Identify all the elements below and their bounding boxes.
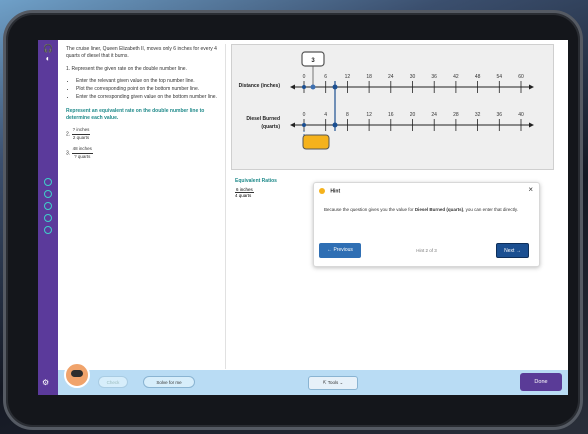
question-2-denominator: 2 quarts (72, 134, 90, 140)
bottom-tick-label: 32 (475, 112, 481, 118)
top-left-arrow (290, 84, 295, 90)
bottom-tick-label: 16 (388, 112, 394, 118)
bottom-tick-label: 4 (324, 112, 327, 118)
problem-intro: The cruise liner, Queen Elizabeth II, mo… (66, 46, 217, 60)
check-button[interactable]: Check (98, 376, 128, 388)
question-3-number: 3. (66, 150, 71, 157)
close-icon[interactable]: × (528, 185, 533, 194)
bottom-left-arrow (290, 122, 295, 128)
question-2-fraction: ? inches 2 quarts (71, 127, 91, 141)
step-dot-1[interactable] (44, 178, 52, 186)
gear-icon[interactable]: ⚙ (42, 378, 49, 387)
hint-popup: Hint × Because the question gives you th… (313, 182, 540, 267)
lightbulb-icon (319, 188, 325, 194)
bottom-tick-label: 0 (303, 112, 306, 118)
hint-header: Hint (319, 188, 340, 194)
step-1-text: 1. Represent the given rate on the doubl… (66, 65, 187, 72)
top-point-3[interactable] (310, 84, 316, 90)
avatar-eyes (71, 370, 83, 377)
headphones-icon[interactable]: 🎧 (43, 44, 53, 54)
top-tick-label: 6 (324, 74, 327, 80)
hint-body-end: , you can enter that directly. (463, 207, 519, 212)
bottom-zero-point[interactable] (302, 123, 306, 127)
step-dot-4[interactable] (44, 214, 52, 222)
bottom-point-4[interactable] (332, 122, 338, 128)
next-hint-button[interactable]: Next → (496, 243, 529, 258)
instruction-item: Enter the corresponding given value on t… (76, 94, 220, 101)
app-screen: 🎧 ◐ The cruise liner, Queen Elizabeth II… (38, 40, 568, 395)
bottom-right-arrow (529, 122, 534, 128)
bottom-tick-label: 36 (497, 112, 503, 118)
equivalent-ratios: Equivalent Ratios 6 inches 4 quarts (235, 178, 277, 198)
top-tick-label: 12 (345, 74, 351, 80)
instruction-item: Plot the corresponding point on the bott… (76, 86, 220, 93)
bottom-tick-label: 8 (346, 112, 349, 118)
sidebar: 🎧 ◐ (38, 40, 58, 395)
instruction-list: Enter the relevant given value on the to… (76, 78, 220, 102)
step-dot-3[interactable] (44, 202, 52, 210)
top-zero-point[interactable] (302, 85, 306, 89)
hint-title: Hint (330, 188, 341, 195)
equivalent-ratio-denominator: 4 quarts (235, 193, 252, 198)
panel-divider (225, 44, 226, 369)
done-button[interactable]: Done (520, 373, 562, 391)
number-line-canvas: 3 Distance (inches) Diesel Burned (quart… (239, 51, 534, 150)
equivalent-ratios-title: Equivalent Ratios (235, 178, 277, 184)
top-tick-label: 48 (475, 74, 481, 80)
top-tick-label: 60 (518, 74, 524, 80)
top-point-6[interactable] (332, 84, 338, 90)
top-tick-label: 24 (388, 74, 394, 80)
top-ticks: 0 6 12 18 24 30 36 42 48 54 60 (303, 74, 524, 93)
question-3: 3. 48 inches ? quarts (66, 146, 220, 160)
top-tick-label: 42 (453, 74, 459, 80)
instruction-item: Enter the relevant given value on the to… (76, 78, 220, 85)
bottom-toolbar: ⚙ Check Solve for me ⇱ Tools ⌄ Done (42, 362, 568, 395)
top-tick-label: 0 (303, 74, 306, 80)
avatar[interactable] (64, 362, 90, 388)
top-tick-label: 54 (497, 74, 503, 80)
hint-body-emphasis: Diesel Burned (quarts) (414, 207, 464, 212)
question-3-numerator: 48 inches (71, 146, 93, 154)
top-tick-label: 36 (431, 74, 437, 80)
top-right-arrow (529, 84, 534, 90)
bottom-line-label-1: Diesel Burned (246, 116, 280, 122)
step-dot-2[interactable] (44, 190, 52, 198)
equivalent-rate-instruction: Represent an equivalent rate on the doub… (66, 107, 205, 121)
top-line-label: Distance (inches) (239, 83, 281, 89)
double-number-line: 3 Distance (inches) Diesel Burned (quart… (231, 44, 554, 170)
top-tick-label: 30 (410, 74, 416, 80)
question-2: 2. ? inches 2 quarts (66, 127, 220, 141)
bottom-tick-label: 24 (431, 112, 437, 118)
bottom-value-input[interactable] (302, 134, 330, 150)
tools-button[interactable]: ⇱ Tools ⌄ (308, 376, 358, 390)
equivalent-ratio-fraction: 6 inches 4 quarts (235, 187, 254, 198)
problem-panel: The cruise liner, Queen Elizabeth II, mo… (60, 40, 224, 370)
solve-for-me-button[interactable]: Solve for me (143, 376, 195, 388)
question-3-fraction: 48 inches ? quarts (71, 146, 93, 160)
step-dot-5[interactable] (44, 226, 52, 234)
bottom-tick-label: 28 (453, 112, 459, 118)
bottom-tick-label: 20 (410, 112, 416, 118)
bottom-line-label-2: (quarts) (261, 124, 280, 130)
bottom-tick-label: 40 (518, 112, 524, 118)
question-3-denominator: ? quarts (74, 153, 91, 159)
hint-body: Because the question gives you the value… (324, 207, 534, 214)
bottom-tick-label: 12 (366, 112, 372, 118)
top-tick-label: 18 (366, 74, 372, 80)
bottom-ticks: 0 4 8 12 16 20 24 28 32 36 40 (303, 112, 524, 131)
question-2-number: 2. (66, 131, 71, 138)
question-2-numerator: ? inches (71, 127, 91, 135)
hint-body-start: Because the question gives you the value… (324, 207, 415, 212)
speaker-icon[interactable]: ◐ (43, 54, 53, 64)
